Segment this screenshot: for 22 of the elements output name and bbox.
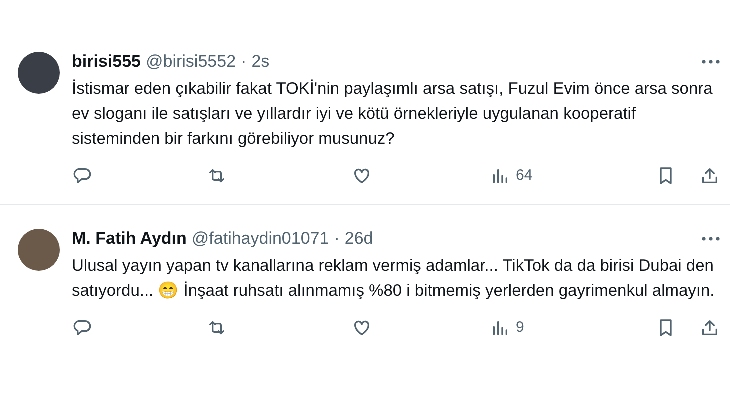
share-icon[interactable] (700, 166, 720, 186)
avatar[interactable] (18, 229, 60, 271)
tweet-text: Ulusal yayın yapan tv kanallarına reklam vermiş adamlar... TikTok da da birisi Dubai den satıyordu... 😁 İnşaat ruhsatı alınmamış %80 i bitmemiş yerlerden gayrimenkul almayın. (72, 256, 716, 302)
separator: · (334, 228, 340, 250)
reply-icon[interactable] (72, 166, 92, 186)
more-icon[interactable] (702, 237, 720, 241)
view-count: 9 (516, 318, 524, 338)
user-handle[interactable]: @fatihaydin01071 (192, 227, 330, 251)
timestamp[interactable]: 2s (252, 50, 270, 74)
heart-icon[interactable] (352, 318, 372, 338)
more-icon[interactable] (702, 60, 720, 64)
view-count: 64 (516, 166, 533, 186)
reply-icon[interactable] (72, 318, 92, 338)
display-name[interactable]: M. Fatih Aydın (72, 227, 187, 251)
display-name[interactable]: birisi555 (72, 50, 141, 74)
separator: · (241, 51, 247, 73)
avatar[interactable] (18, 52, 60, 94)
share-icon[interactable] (700, 318, 720, 338)
tweet-text: İstismar eden çıkabilir fakat TOKİ'nin paylaşımlı arsa satışı, Fuzul Evim önce arsa sonra ev sloganı ile satışları ve yıllardır iyi ve kötü örnekleriyle uygulanan kooperatif sisteminden bir farkını görebiliyor musunuz? (72, 78, 714, 150)
user-handle[interactable]: @birisi5552 (146, 50, 236, 74)
timestamp[interactable]: 26d (344, 227, 374, 251)
heart-icon[interactable] (352, 166, 372, 186)
